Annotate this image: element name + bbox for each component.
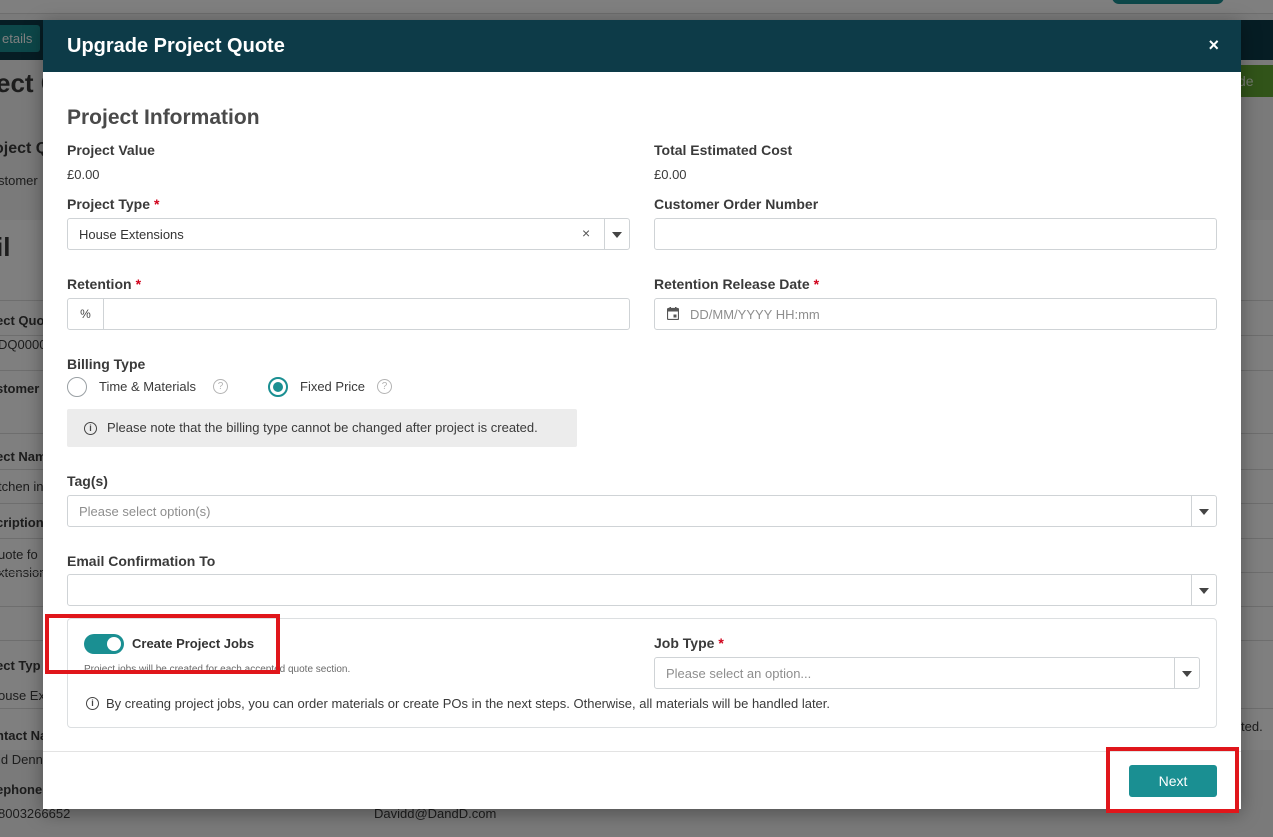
calendar-icon	[667, 307, 679, 320]
tags-label: Tag(s)	[67, 473, 108, 489]
job-type-label-text: Job Type	[654, 635, 715, 651]
chevron-down-icon	[1182, 671, 1192, 677]
chevron-down-icon	[1199, 509, 1209, 515]
required-mark: *	[813, 276, 820, 292]
email-confirmation-label: Email Confirmation To	[67, 553, 216, 569]
project-jobs-info: By creating project jobs, you can order …	[106, 696, 831, 711]
total-estimated-cost: £0.00	[654, 167, 687, 182]
job-type-dropdown-toggle[interactable]	[1174, 658, 1199, 688]
create-project-jobs-toggle[interactable]	[84, 634, 124, 654]
job-type-label: Job Type *	[654, 635, 724, 651]
project-value: £0.00	[67, 167, 100, 182]
retention-release-date-input[interactable]: DD/MM/YYYY HH:mm	[654, 298, 1217, 330]
job-type-select[interactable]: Please select an option...	[654, 657, 1200, 689]
required-mark: *	[718, 635, 724, 651]
tags-select[interactable]: Please select option(s)	[67, 495, 1217, 527]
clear-icon[interactable]: ×	[582, 225, 590, 241]
billing-type-note-text: Please note that the billing type cannot…	[107, 420, 538, 435]
retention-label-text: Retention	[67, 276, 132, 292]
total-estimated-cost-label: Total Estimated Cost	[654, 142, 793, 158]
radio-fixed-price[interactable]	[268, 377, 288, 397]
retention-release-date-placeholder: DD/MM/YYYY HH:mm	[690, 307, 820, 322]
retention-label: Retention *	[67, 276, 141, 292]
modal-header: Upgrade Project Quote ×	[43, 20, 1241, 72]
project-jobs-note: Project jobs will be created for each ac…	[84, 664, 351, 675]
help-icon[interactable]: ?	[213, 379, 228, 394]
tags-dropdown-toggle[interactable]	[1191, 496, 1216, 526]
modal-title: Upgrade Project Quote	[67, 35, 285, 57]
retention-input[interactable]: %	[67, 298, 630, 330]
retention-release-date-label: Retention Release Date *	[654, 276, 819, 292]
help-icon[interactable]: ?	[377, 379, 392, 394]
project-type-value: House Extensions	[79, 227, 184, 242]
customer-order-number-input[interactable]	[654, 218, 1217, 250]
required-mark: *	[154, 196, 160, 212]
tags-placeholder: Please select option(s)	[79, 504, 211, 519]
next-button[interactable]: Next	[1129, 765, 1217, 797]
email-dropdown-toggle[interactable]	[1191, 575, 1216, 605]
info-icon: i	[84, 422, 97, 435]
retention-release-date-label-text: Retention Release Date	[654, 276, 810, 292]
radio-time-materials[interactable]	[67, 377, 87, 397]
project-type-select[interactable]: House Extensions ×	[67, 218, 630, 250]
time-materials-label[interactable]: Time & Materials	[99, 379, 196, 394]
percent-addon: %	[68, 299, 104, 329]
create-project-jobs-label[interactable]: Create Project Jobs	[132, 636, 254, 651]
project-type-label: Project Type *	[67, 196, 159, 212]
project-type-dropdown-toggle[interactable]	[604, 219, 629, 249]
info-icon: i	[86, 697, 99, 710]
chevron-down-icon	[1199, 588, 1209, 594]
project-value-label: Project Value	[67, 142, 155, 158]
close-icon[interactable]: ×	[1208, 35, 1219, 56]
customer-order-number-label: Customer Order Number	[654, 196, 819, 212]
billing-type-label: Billing Type	[67, 356, 146, 372]
email-confirmation-select[interactable]	[67, 574, 1217, 606]
chevron-down-icon	[612, 232, 622, 238]
section-title: Project Information	[67, 106, 260, 129]
fixed-price-label[interactable]: Fixed Price	[300, 379, 365, 394]
modal-footer-divider	[43, 751, 1241, 752]
billing-type-note: i Please note that the billing type cann…	[67, 409, 577, 447]
project-type-label-text: Project Type	[67, 196, 150, 212]
job-type-placeholder: Please select an option...	[666, 666, 812, 681]
required-mark: *	[135, 276, 142, 292]
upgrade-quote-modal: Upgrade Project Quote × Project Informat…	[43, 20, 1241, 809]
